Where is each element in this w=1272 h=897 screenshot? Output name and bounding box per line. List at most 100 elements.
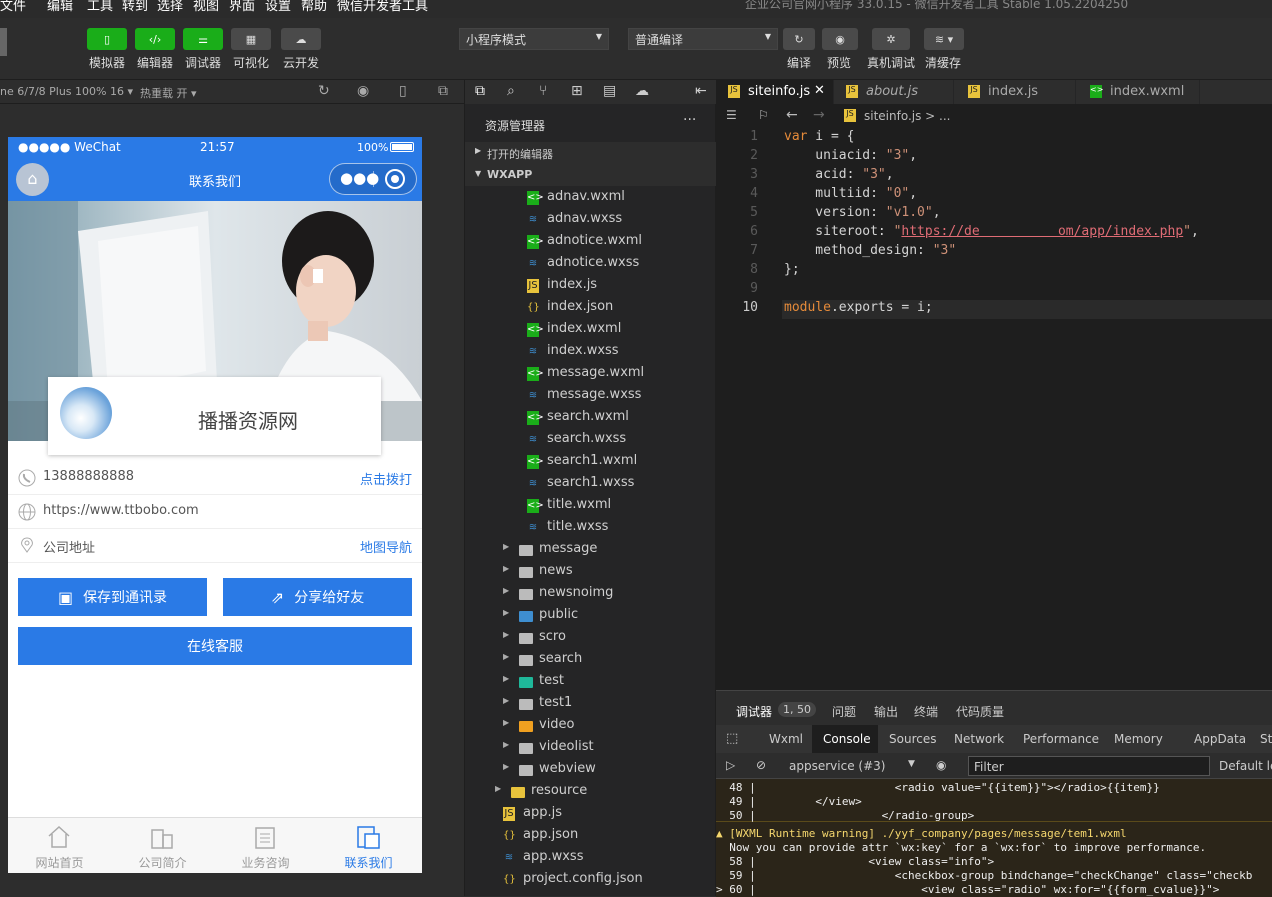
file-item[interactable]: <> title.wxml [465, 495, 717, 517]
tab-home[interactable]: 网站首页 [8, 818, 111, 873]
list-icon[interactable]: ☰ [726, 108, 737, 122]
file-item[interactable]: {} project.config.json [465, 869, 717, 891]
file-item[interactable]: ≋ title.wxss [465, 517, 717, 539]
folder-item[interactable]: ▶ message [465, 539, 717, 561]
filter-input[interactable]: Filter [968, 756, 1210, 776]
git-icon[interactable]: ⑂ [539, 83, 547, 99]
refresh-icon[interactable]: ↻ [318, 83, 330, 99]
folder-item[interactable]: ▶ test [465, 671, 717, 693]
file-item[interactable]: ≋ adnav.wxss [465, 209, 717, 231]
folder-item[interactable]: ▶ test1 [465, 693, 717, 715]
mode-select[interactable]: 小程序模式 ▼ [459, 28, 609, 50]
tab-about-js[interactable]: JS about.js [834, 80, 954, 104]
file-item[interactable]: {} index.json [465, 297, 717, 319]
tab-siteinfo-js[interactable]: JS siteinfo.js ✕ [716, 80, 834, 104]
file-item[interactable]: <> adnotice.wxml [465, 231, 717, 253]
avatar[interactable] [0, 28, 7, 56]
online-service-button[interactable]: 在线客服 [18, 627, 412, 665]
file-item[interactable]: <> message.wxml [465, 363, 717, 385]
cloud-dev-button[interactable]: ☁ [281, 28, 321, 50]
folder-item[interactable]: ▶ public [465, 605, 717, 627]
clear-console-icon[interactable]: ⊘ [756, 758, 766, 772]
file-item[interactable]: ≋ search.wxss [465, 429, 717, 451]
panel-sources[interactable]: Sources [889, 732, 936, 746]
panel-appdata[interactable]: AppData [1194, 732, 1246, 746]
menu-select[interactable]: 选择 [157, 0, 183, 14]
sidebar-toggle-icon[interactable]: ▷ [726, 758, 735, 772]
file-item[interactable]: <> adnav.wxml [465, 187, 717, 209]
panel-storage[interactable]: Stor [1260, 732, 1272, 746]
menu-interface[interactable]: 界面 [229, 0, 255, 14]
code-quality-tab[interactable]: 代码质量 [956, 703, 1004, 720]
folder-item[interactable]: ▶ resource [465, 781, 717, 803]
tab-index-wxml[interactable]: <> index.wxml [1076, 80, 1200, 104]
output-tab[interactable]: 输出 [874, 703, 898, 720]
clear-cache-button[interactable]: ≋ ▾ [924, 28, 964, 50]
back-icon[interactable]: ← [786, 107, 798, 123]
visual-toggle-button[interactable]: ▦ [231, 28, 271, 50]
phone-icon[interactable]: ▯ [399, 83, 407, 99]
files-icon[interactable]: ⧉ [475, 83, 485, 99]
breadcrumb-path[interactable]: siteinfo.js > ... [864, 109, 951, 123]
file-item[interactable]: ≋ search1.wxss [465, 473, 717, 495]
file-item[interactable]: JS app.js [465, 803, 717, 825]
terminal-tab[interactable]: 终端 [914, 703, 938, 720]
archive-icon[interactable]: ▤ [603, 83, 616, 99]
context-select[interactable]: appservice (#3) [789, 759, 885, 773]
debugger-tab[interactable]: 调试器 [736, 703, 772, 720]
bookmark-icon[interactable]: ⚐ [758, 108, 769, 122]
hot-reload-toggle[interactable]: 热重载 开 ▾ [140, 85, 197, 101]
menu-settings[interactable]: 设置 [265, 0, 291, 14]
preview-button[interactable]: ◉ [822, 28, 858, 50]
menu-goto[interactable]: 转到 [122, 0, 148, 14]
tab-contact[interactable]: 联系我们 [317, 818, 420, 873]
file-item[interactable]: <> index.wxml [465, 319, 717, 341]
issues-tab[interactable]: 问题 [832, 703, 856, 720]
share-button[interactable]: ⇗ 分享给好友 [223, 578, 412, 616]
panel-performance[interactable]: Performance [1023, 732, 1099, 746]
file-item[interactable]: ≋ adnotice.wxss [465, 253, 717, 275]
panel-memory[interactable]: Memory [1114, 732, 1163, 746]
close-icon[interactable]: ✕ [814, 83, 825, 98]
folder-item[interactable]: ▶ search [465, 649, 717, 671]
website-url[interactable]: https://www.ttbobo.com [43, 503, 199, 518]
compile-mode-select[interactable]: 普通编译 ▼ [628, 28, 778, 50]
map-nav-link[interactable]: 地图导航 [360, 537, 412, 556]
detach-icon[interactable]: ⧉ [438, 83, 448, 99]
extensions-icon[interactable]: ⊞ [571, 83, 583, 99]
file-item[interactable]: ≋ index.wxss [465, 341, 717, 363]
simulator-toggle-button[interactable]: ▯ [87, 28, 127, 50]
folder-item[interactable]: ▶ videolist [465, 737, 717, 759]
close-icon[interactable] [385, 169, 405, 189]
file-item[interactable]: <> search1.wxml [465, 451, 717, 473]
menu-tools[interactable]: 工具 [87, 0, 113, 14]
debugger-toggle-button[interactable]: ⚌ [183, 28, 223, 50]
stop-icon[interactable]: ◉ [357, 83, 369, 99]
wxapp-section[interactable]: ▼ WXAPP [465, 164, 717, 186]
collapse-panel-icon[interactable]: ⇤ [695, 83, 707, 99]
more-icon[interactable]: ··· [683, 112, 696, 128]
remote-debug-button[interactable]: ✲ [872, 28, 910, 50]
file-item[interactable]: JS index.js [465, 275, 717, 297]
file-item[interactable]: {} app.json [465, 825, 717, 847]
folder-item[interactable]: ▶ video [465, 715, 717, 737]
log-levels-select[interactable]: Default lev [1219, 759, 1272, 773]
forward-icon[interactable]: → [813, 107, 825, 123]
tab-index-js[interactable]: JS index.js [954, 80, 1076, 104]
tab-consult[interactable]: 业务咨询 [214, 818, 317, 873]
folder-item[interactable]: ▶ news [465, 561, 717, 583]
file-item[interactable]: ≋ app.wxss [465, 847, 717, 869]
open-editors-section[interactable]: ▶ 打开的编辑器 [465, 142, 717, 164]
folder-item[interactable]: ▶ newsnoimg [465, 583, 717, 605]
compile-button[interactable]: ↻ [783, 28, 815, 50]
panel-console[interactable]: Console [823, 732, 871, 746]
device-select[interactable]: ne 6/7/8 Plus 100% 16 ▾ [0, 85, 133, 98]
panel-wxml[interactable]: Wxml [769, 732, 803, 746]
file-item[interactable]: ≋ message.wxss [465, 385, 717, 407]
eye-icon[interactable]: ◉ [936, 758, 946, 772]
panel-network[interactable]: Network [954, 732, 1004, 746]
folder-item[interactable]: ▶ scro [465, 627, 717, 649]
file-item[interactable]: <> search.wxml [465, 407, 717, 429]
menu-view[interactable]: 视图 [193, 0, 219, 14]
cloud-icon[interactable]: ☁ [635, 83, 649, 99]
